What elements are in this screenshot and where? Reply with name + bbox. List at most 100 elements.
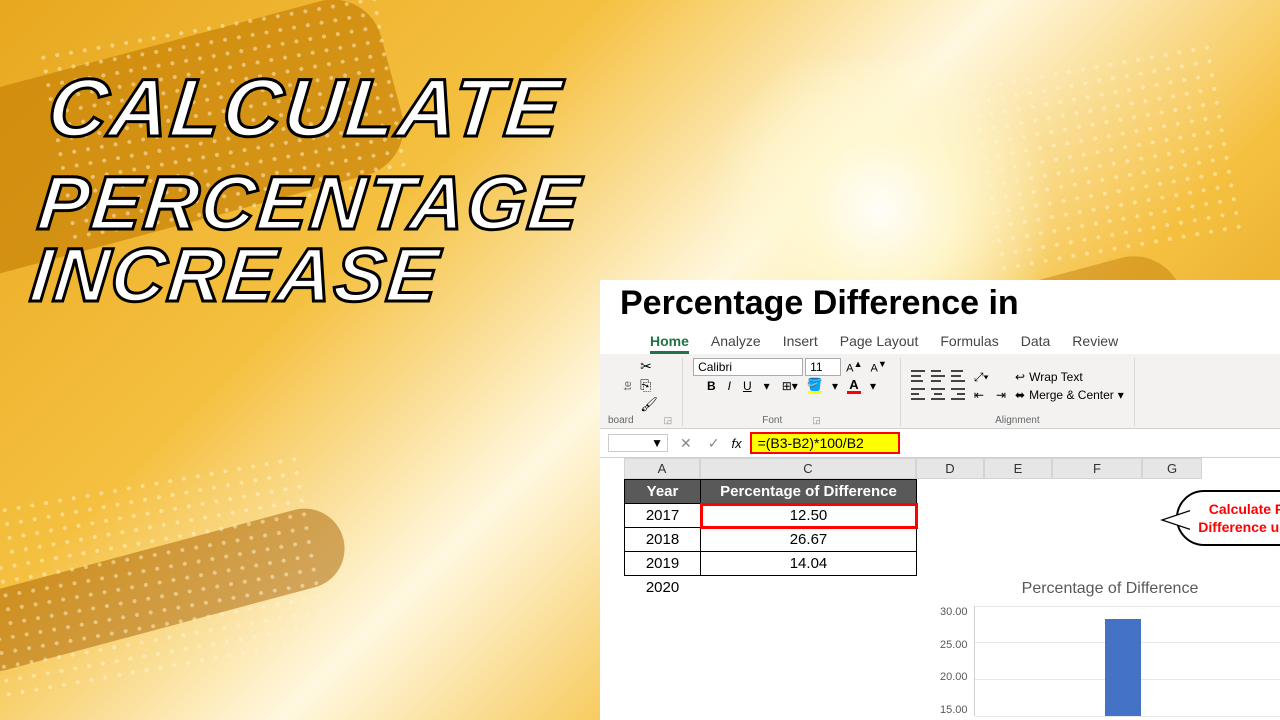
col-header-d[interactable]: D [916, 458, 984, 479]
col-header-a[interactable]: A [624, 458, 700, 479]
cell-year-2[interactable]: 2019 [625, 552, 701, 576]
merge-icon: ⬌ [1015, 388, 1025, 402]
formula-cancel-icon[interactable]: ✕ [676, 435, 696, 452]
ribbon-group-clipboard: te ✂ ⎘ 🖌 board ◲ [608, 358, 683, 426]
underline-dropdown-icon[interactable]: ▾ [761, 379, 773, 393]
tab-insert[interactable]: Insert [783, 331, 818, 354]
alignment-group-label: Alignment [995, 415, 1039, 426]
col-header-c[interactable]: C [700, 458, 916, 479]
align-middle-icon[interactable] [931, 370, 945, 382]
ribbon-group-alignment: ⤢▾ ⇤ ⇥ ↩ Wrap Text [901, 358, 1135, 426]
headline-line-3: INCREASE [27, 240, 577, 312]
cut-icon[interactable]: ✂ [640, 358, 658, 375]
cell-value-1[interactable]: 26.67 [701, 528, 917, 552]
cell-year-0[interactable]: 2017 [625, 504, 701, 528]
clipboard-label: board [608, 415, 634, 426]
tab-analyze[interactable]: Analyze [711, 331, 761, 354]
data-table: Year Percentage of Difference 2017 12.50… [624, 479, 917, 600]
column-headers: A C D E F G [624, 458, 1280, 479]
col-header-g[interactable]: G [1142, 458, 1202, 479]
cell-year-1[interactable]: 2018 [625, 528, 701, 552]
col-header-f[interactable]: F [1052, 458, 1142, 479]
bold-button[interactable]: B [704, 379, 719, 393]
table-header-row: Year Percentage of Difference [625, 480, 917, 504]
excel-title: Percentage Difference in [600, 280, 1280, 329]
table-row: 2019 14.04 [625, 552, 917, 576]
font-launcher-icon[interactable]: ◲ [812, 415, 821, 426]
ribbon-tabs: Home Analyze Insert Page Layout Formulas… [600, 329, 1280, 354]
align-center-icon[interactable] [931, 388, 945, 400]
font-color-button[interactable]: A [847, 378, 861, 394]
headline-line-1: CALCULATE [45, 70, 595, 148]
chart[interactable]: Percentage of Difference 30.00 25.00 20.… [940, 580, 1280, 716]
ribbon-group-font: Calibri 11 A▲ A▼ B I U ▾ ⊞▾ 🪣 ▾ A ▾ Fon [683, 358, 901, 426]
chart-plot-area [974, 606, 1280, 716]
align-bottom-icon[interactable] [951, 370, 965, 382]
fill-color-dropdown-icon[interactable]: ▾ [829, 379, 841, 393]
font-name-select[interactable]: Calibri [693, 358, 803, 376]
align-left-icon[interactable] [911, 388, 925, 400]
formula-bar: ▼ ✕ ✓ fx =(B3-B2)*100/B2 [600, 429, 1280, 458]
tab-review[interactable]: Review [1072, 331, 1118, 354]
tab-data[interactable]: Data [1021, 331, 1051, 354]
table-row: 2017 12.50 [625, 504, 917, 528]
chart-title: Percentage of Difference [940, 580, 1280, 598]
font-color-dropdown-icon[interactable]: ▾ [867, 379, 879, 393]
cell-value-3[interactable] [701, 576, 917, 600]
formula-input[interactable]: =(B3-B2)*100/B2 [750, 432, 900, 454]
ytick-2: 20.00 [940, 671, 968, 683]
fx-icon[interactable]: fx [731, 436, 741, 451]
name-box[interactable]: ▼ [608, 434, 668, 452]
increase-font-icon[interactable]: A▲ [843, 359, 865, 375]
clipboard-launcher-icon[interactable]: ◲ [664, 415, 673, 426]
font-size-select[interactable]: 11 [805, 358, 841, 376]
table-row: 2020 [625, 576, 917, 600]
align-top-icon[interactable] [911, 370, 925, 382]
header-percentage[interactable]: Percentage of Difference [701, 480, 917, 504]
align-right-icon[interactable] [951, 388, 965, 400]
format-painter-icon[interactable]: 🖌 [640, 396, 658, 413]
excel-window: Percentage Difference in Home Analyze In… [600, 280, 1280, 720]
callout-line-1: Calculate Per [1198, 500, 1280, 518]
font-group-label: Font [762, 415, 782, 426]
border-button[interactable]: ⊞▾ [779, 379, 801, 393]
ribbon: te ✂ ⎘ 🖌 board ◲ Calibri 11 A▲ A▼ B [600, 354, 1280, 429]
merge-center-button[interactable]: ⬌ Merge & Center ▾ [1015, 388, 1124, 402]
headline-line-2: PERCENTAGE [35, 168, 585, 240]
formula-enter-icon[interactable]: ✓ [704, 435, 724, 452]
tab-formulas[interactable]: Formulas [940, 331, 998, 354]
chart-bar-2018[interactable] [1105, 619, 1141, 716]
callout-line-2: Difference using [1198, 518, 1280, 536]
callout-bubble: Calculate Per Difference using [1176, 490, 1280, 546]
orientation-icon[interactable]: ⤢▾ [971, 370, 992, 385]
merge-dropdown-icon[interactable]: ▾ [1118, 388, 1124, 402]
wrap-text-icon: ↩ [1015, 370, 1025, 384]
copy-icon[interactable]: ⎘ [640, 377, 658, 394]
tab-home[interactable]: Home [650, 331, 689, 354]
headline: CALCULATE PERCENTAGE INCREASE [27, 70, 595, 312]
cell-year-3[interactable]: 2020 [625, 576, 701, 600]
merge-center-label: Merge & Center [1029, 388, 1114, 402]
increase-indent-icon[interactable]: ⇥ [993, 388, 1009, 402]
fill-color-button[interactable]: 🪣 [807, 378, 823, 394]
wrap-text-button[interactable]: ↩ Wrap Text [1015, 370, 1124, 384]
table-row: 2018 26.67 [625, 528, 917, 552]
chart-y-axis: 30.00 25.00 20.00 15.00 [940, 606, 974, 716]
col-header-e[interactable]: E [984, 458, 1052, 479]
cell-value-0[interactable]: 12.50 [701, 504, 917, 528]
decrease-font-icon[interactable]: A▼ [868, 359, 890, 375]
bg-dots-2 [0, 451, 335, 709]
name-box-dropdown-icon: ▼ [651, 436, 663, 450]
wrap-text-label: Wrap Text [1029, 370, 1083, 384]
italic-button[interactable]: I [725, 379, 734, 393]
ytick-0: 30.00 [940, 606, 968, 618]
tab-page-layout[interactable]: Page Layout [840, 331, 919, 354]
header-year[interactable]: Year [625, 480, 701, 504]
decrease-indent-icon[interactable]: ⇤ [971, 388, 987, 402]
bg-dots-3 [965, 40, 1246, 280]
underline-button[interactable]: U [740, 379, 755, 393]
paste-button-trunc[interactable]: te [622, 381, 634, 390]
cell-value-2[interactable]: 14.04 [701, 552, 917, 576]
ytick-3: 15.00 [940, 704, 968, 716]
ytick-1: 25.00 [940, 639, 968, 651]
